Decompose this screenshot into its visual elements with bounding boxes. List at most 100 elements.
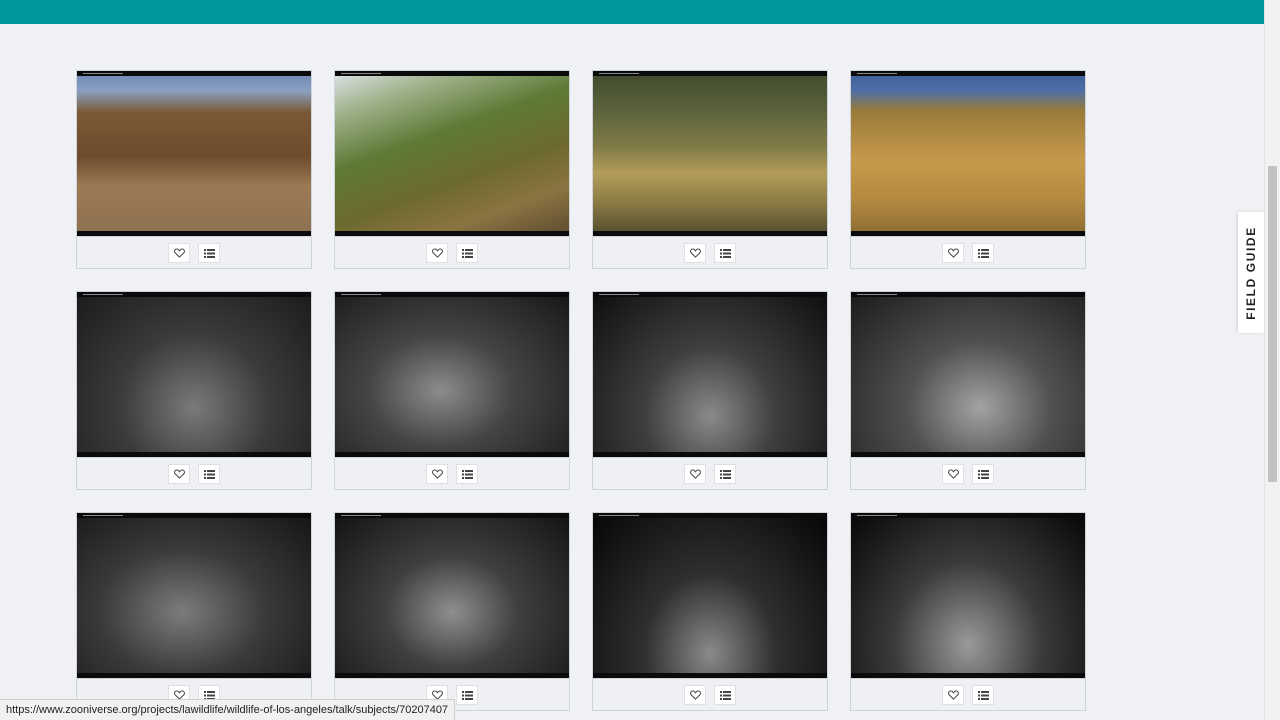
field-guide-label: FIELD GUIDE — [1244, 225, 1259, 320]
subject-thumbnail[interactable] — [851, 513, 1085, 679]
camera-info-strip — [851, 513, 1085, 518]
list-icon — [719, 690, 731, 700]
subject-thumbnail[interactable] — [851, 71, 1085, 237]
camera-info-strip — [593, 513, 827, 518]
favorite-button[interactable] — [168, 464, 190, 484]
scrollbar-thumb[interactable] — [1268, 166, 1277, 482]
list-icon — [461, 690, 473, 700]
heart-outline-icon — [947, 469, 959, 479]
subject-card — [850, 291, 1086, 490]
add-to-collection-button[interactable] — [456, 243, 478, 263]
camera-info-strip — [335, 71, 569, 76]
camera-info-strip — [335, 513, 569, 518]
site-header-bar — [0, 0, 1264, 24]
subject-thumbnail[interactable] — [593, 71, 827, 237]
heart-outline-icon — [689, 248, 701, 258]
list-icon — [977, 469, 989, 479]
subject-thumbnail[interactable] — [77, 292, 311, 458]
subject-thumbnail[interactable] — [77, 513, 311, 679]
status-bar-url: https://www.zooniverse.org/projects/lawi… — [0, 699, 456, 720]
list-icon — [203, 469, 215, 479]
subject-thumbnail[interactable] — [335, 71, 569, 237]
favorite-button[interactable] — [942, 685, 964, 705]
subject-actions — [851, 458, 1085, 490]
subject-actions — [851, 237, 1085, 269]
list-icon — [719, 248, 731, 258]
heart-outline-icon — [689, 469, 701, 479]
page-scrollbar[interactable] — [1264, 0, 1280, 720]
subject-card — [850, 70, 1086, 269]
list-icon — [203, 248, 215, 258]
favorite-button[interactable] — [942, 243, 964, 263]
camera-id-strip — [77, 452, 311, 457]
favorite-button[interactable] — [684, 685, 706, 705]
camera-id-strip — [77, 673, 311, 678]
favorite-button[interactable] — [684, 464, 706, 484]
subject-grid — [76, 70, 1086, 711]
camera-info-strip — [77, 292, 311, 297]
camera-info-strip — [851, 71, 1085, 76]
subject-thumbnail[interactable] — [335, 292, 569, 458]
add-to-collection-button[interactable] — [972, 464, 994, 484]
subject-thumbnail[interactable] — [593, 292, 827, 458]
camera-info-strip — [77, 71, 311, 76]
subject-actions — [77, 458, 311, 490]
subject-card — [76, 70, 312, 269]
camera-id-strip — [593, 452, 827, 457]
camera-id-strip — [851, 452, 1085, 457]
camera-info-strip — [335, 292, 569, 297]
heart-outline-icon — [173, 469, 185, 479]
heart-outline-icon — [947, 690, 959, 700]
add-to-collection-button[interactable] — [714, 464, 736, 484]
field-guide-tab[interactable]: FIELD GUIDE — [1238, 212, 1264, 333]
subject-actions — [851, 679, 1085, 711]
list-icon — [977, 248, 989, 258]
subject-card — [334, 291, 570, 490]
add-to-collection-button[interactable] — [714, 243, 736, 263]
favorite-button[interactable] — [426, 243, 448, 263]
camera-id-strip — [593, 231, 827, 236]
camera-id-strip — [335, 452, 569, 457]
camera-id-strip — [593, 673, 827, 678]
subject-card — [334, 70, 570, 269]
camera-id-strip — [335, 673, 569, 678]
camera-id-strip — [851, 231, 1085, 236]
subject-thumbnail[interactable] — [77, 71, 311, 237]
add-to-collection-button[interactable] — [972, 685, 994, 705]
subject-actions — [335, 237, 569, 269]
add-to-collection-button[interactable] — [714, 685, 736, 705]
favorite-button[interactable] — [942, 464, 964, 484]
favorite-button[interactable] — [426, 464, 448, 484]
list-icon — [977, 690, 989, 700]
add-to-collection-button[interactable] — [198, 243, 220, 263]
subject-actions — [593, 237, 827, 269]
subject-thumbnail[interactable] — [851, 292, 1085, 458]
subject-card — [592, 512, 828, 711]
subject-thumbnail[interactable] — [335, 513, 569, 679]
subject-actions — [335, 458, 569, 490]
camera-info-strip — [851, 292, 1085, 297]
heart-outline-icon — [689, 690, 701, 700]
add-to-collection-button[interactable] — [972, 243, 994, 263]
list-icon — [461, 248, 473, 258]
camera-info-strip — [77, 513, 311, 518]
heart-outline-icon — [431, 248, 443, 258]
add-to-collection-button[interactable] — [198, 464, 220, 484]
subject-card — [334, 512, 570, 711]
favorite-button[interactable] — [684, 243, 706, 263]
subject-card — [592, 70, 828, 269]
add-to-collection-button[interactable] — [456, 464, 478, 484]
heart-outline-icon — [431, 469, 443, 479]
heart-outline-icon — [173, 248, 185, 258]
subject-card — [850, 512, 1086, 711]
camera-info-strip — [593, 71, 827, 76]
subject-card — [76, 512, 312, 711]
heart-outline-icon — [947, 248, 959, 258]
subject-thumbnail[interactable] — [593, 513, 827, 679]
camera-id-strip — [77, 231, 311, 236]
subject-card — [592, 291, 828, 490]
favorite-button[interactable] — [168, 243, 190, 263]
add-to-collection-button[interactable] — [456, 685, 478, 705]
list-icon — [461, 469, 473, 479]
camera-id-strip — [335, 231, 569, 236]
